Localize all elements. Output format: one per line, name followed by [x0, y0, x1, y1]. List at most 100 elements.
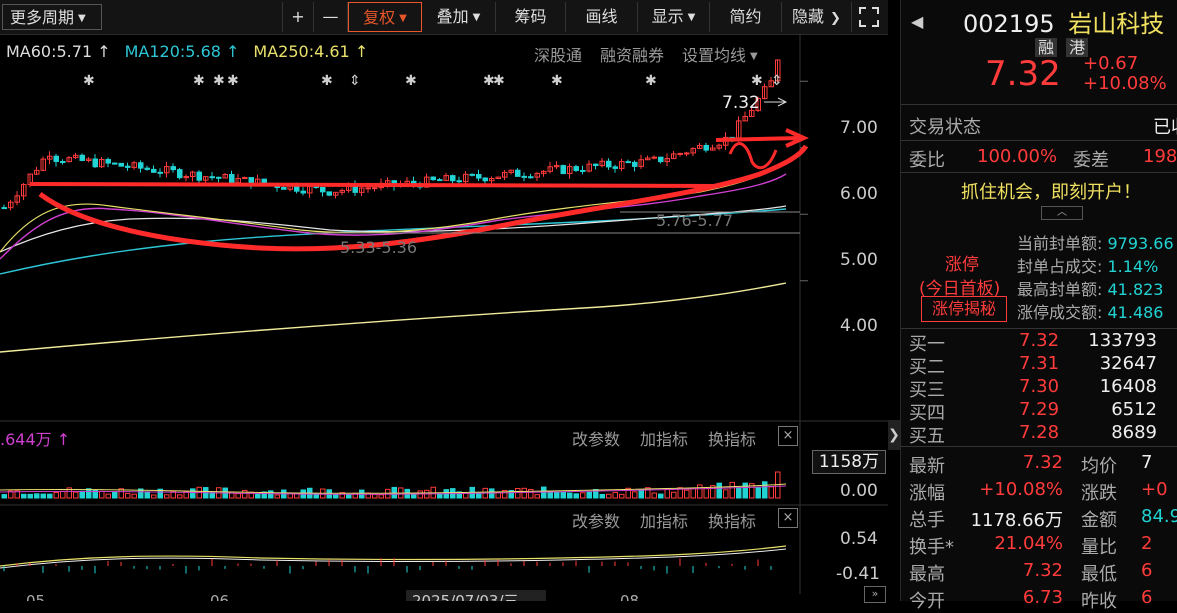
fuquan-button[interactable]: 复权 ▼: [348, 2, 422, 32]
volume-bar: [619, 493, 625, 499]
overlay-label: 叠加: [436, 7, 469, 26]
stat-label: 换手*: [909, 537, 954, 558]
promo-link[interactable]: 抓住机会，即刻开户！: [961, 178, 1141, 204]
candle: [118, 162, 124, 167]
volume-legend: .644万 ↑: [0, 430, 71, 449]
stat-value: 7.32: [1022, 560, 1063, 581]
candle: [716, 143, 722, 151]
fullscreen-button[interactable]: [852, 2, 886, 32]
bid-label: 买三: [909, 380, 945, 401]
stat-value: 21.04%: [994, 533, 1063, 554]
stat-label: 最新: [909, 456, 945, 477]
candle: [710, 144, 716, 151]
ma250-line: [0, 282, 787, 353]
candle: [476, 169, 482, 182]
candle: [300, 187, 306, 196]
event-marker-icon[interactable]: ✱: [551, 73, 563, 89]
candle: [21, 183, 27, 201]
zoom-out-button[interactable]: —: [314, 2, 348, 32]
candle: [677, 152, 683, 157]
candle: [560, 164, 566, 175]
hand-drawn-resistance-line: [29, 182, 721, 188]
event-marker-icon[interactable]: ⇕: [349, 73, 361, 89]
candle: [190, 170, 196, 182]
candle: [703, 142, 709, 153]
plus-icon: +: [291, 7, 305, 26]
event-marker-icon[interactable]: ✱: [493, 73, 505, 89]
volume-bar: [723, 489, 729, 499]
candle: [612, 164, 618, 173]
event-marker-icon[interactable]: ✱: [645, 73, 657, 89]
event-marker-icon[interactable]: ✱: [193, 73, 205, 89]
stat-value: +0: [1141, 479, 1168, 500]
hide-button[interactable]: 隐藏 ❯: [782, 2, 852, 32]
bid-volume: 133793: [1088, 330, 1157, 351]
candle: [489, 176, 495, 184]
volume-close-icon[interactable]: ×: [778, 426, 798, 446]
candle: [177, 167, 183, 180]
event-marker-icon[interactable]: ✱: [213, 73, 225, 89]
candle: [151, 165, 157, 174]
candle: [450, 174, 456, 185]
display-label: 显示: [651, 7, 684, 26]
volume-bar: [40, 493, 46, 499]
chips-button[interactable]: 筹码: [496, 2, 566, 32]
event-marker-icon[interactable]: ✱: [227, 73, 239, 89]
draw-line-button[interactable]: 画线: [566, 2, 638, 32]
volume-zero-label: 0.00: [840, 481, 878, 501]
indicator-close-icon[interactable]: ×: [778, 508, 798, 528]
stat-row: 最新 7.32 均价 7: [909, 452, 1177, 478]
candle: [209, 172, 215, 181]
overlay-button[interactable]: 叠加 ▼: [422, 2, 496, 32]
candle: [183, 174, 189, 182]
volume-bar: [736, 487, 742, 499]
display-button[interactable]: 显示 ▼: [638, 2, 710, 32]
candle: [658, 156, 664, 164]
indicator-param-button[interactable]: 改参数: [572, 508, 620, 532]
volume-bar: [34, 493, 40, 499]
volume-switch-button[interactable]: 换指标: [708, 426, 756, 450]
volume-bar: [242, 489, 248, 499]
limit-up-reveal-button[interactable]: 涨停揭秘: [921, 296, 1007, 322]
limit-up-title: 涨停: [945, 255, 979, 275]
candle: [521, 172, 527, 182]
candle: [34, 166, 40, 175]
zoom-in-button[interactable]: +: [282, 2, 314, 32]
candle: [580, 165, 586, 175]
event-marker-icon[interactable]: ✱: [321, 73, 333, 89]
candle: [1, 204, 7, 210]
hand-drawn-handle: [728, 142, 778, 170]
bid-label: 买一: [909, 334, 945, 355]
candle: [138, 160, 144, 173]
event-marker-icon[interactable]: ✱: [83, 73, 95, 89]
back-arrow-icon[interactable]: ◀: [911, 12, 923, 31]
simple-button[interactable]: 简约: [710, 2, 782, 32]
volume-bar: [99, 490, 105, 499]
weibi-value: 100.00%: [977, 146, 1058, 167]
volume-param-button[interactable]: 改参数: [572, 426, 620, 450]
volume-bar: [534, 494, 540, 499]
stat-label: 今开: [909, 591, 945, 612]
event-marker-icon[interactable]: ✱: [405, 73, 417, 89]
stat-value: 6: [1141, 560, 1153, 581]
indicator-switch-button[interactable]: 换指标: [708, 508, 756, 532]
indicator-add-button[interactable]: 加指标: [640, 508, 688, 532]
volume-bar: [515, 488, 521, 499]
candle: [131, 161, 137, 170]
bid-label: 买五: [909, 426, 945, 447]
chips-label: 筹码: [514, 7, 547, 26]
candle: [73, 152, 79, 159]
candle: [573, 164, 579, 173]
event-marker-icon[interactable]: ✱: [751, 73, 763, 89]
scroll-right-icon[interactable]: »: [864, 586, 886, 603]
chevron-up-icon[interactable]: ︿: [1041, 206, 1083, 220]
bid-row[interactable]: 买五 7.28 8689: [909, 422, 1177, 448]
collapse-panel-icon[interactable]: ❯: [888, 420, 900, 450]
hand-drawn-breakout-arrow: [715, 128, 809, 148]
event-marker-icon[interactable]: ⇕: [771, 73, 783, 89]
volume-add-button[interactable]: 加指标: [640, 426, 688, 450]
candle: [99, 156, 105, 168]
bid-price: 7.28: [1019, 422, 1060, 443]
period-select[interactable]: 更多周期 ▼: [2, 4, 102, 30]
candle: [320, 186, 326, 197]
